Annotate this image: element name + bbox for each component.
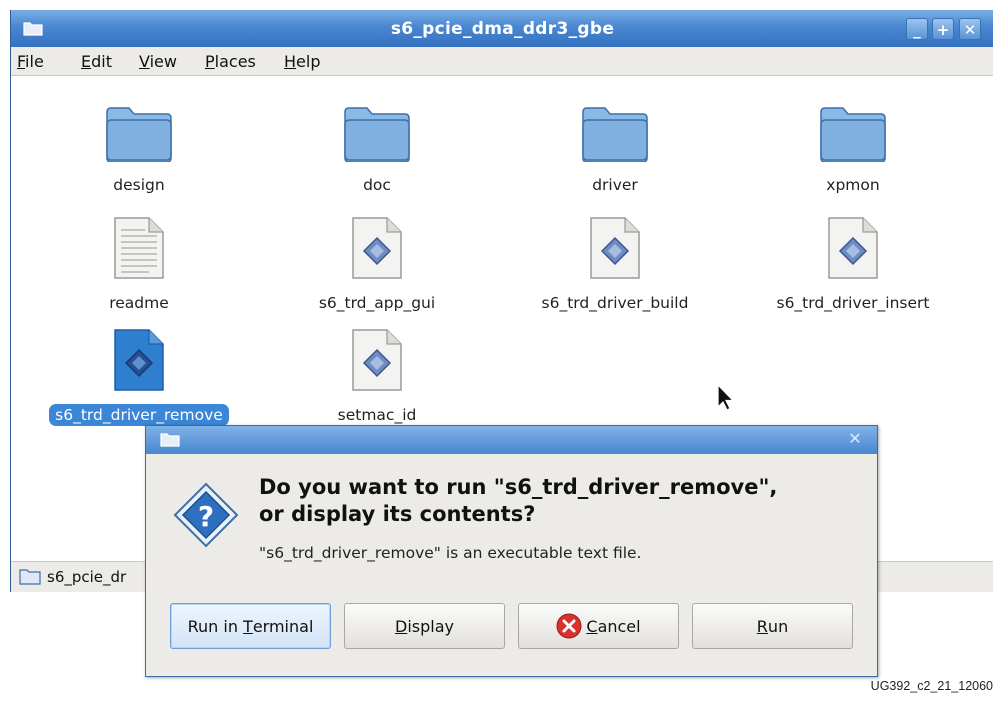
menu-view[interactable]: View <box>139 52 177 71</box>
file-item-s6-trd-driver-build[interactable]: s6_trd_driver_build <box>515 216 715 314</box>
folder-icon <box>106 107 172 163</box>
file-item-readme[interactable]: readme <box>39 216 239 314</box>
file-item-s6-trd-driver-insert[interactable]: s6_trd_driver_insert <box>753 216 953 314</box>
file-item-s6-trd-driver-remove[interactable]: s6_trd_driver_remove <box>39 328 239 426</box>
dialog-heading: Do you want to run "s6_trd_driver_remove… <box>259 474 777 528</box>
figure-caption: UG392_c2_21_12060 <box>870 679 993 693</box>
close-button[interactable]: ✕ <box>959 18 981 40</box>
script-icon <box>114 329 164 391</box>
file-label: doc <box>363 176 391 194</box>
script-icon <box>352 217 402 279</box>
folder-icon <box>820 107 886 163</box>
file-item-doc[interactable]: doc <box>277 106 477 196</box>
display-button[interactable]: Display <box>344 603 505 649</box>
run-or-display-dialog: ✕ ? Do you want to run "s6_trd_driver_re… <box>145 425 878 677</box>
folder-icon <box>582 107 648 163</box>
dialog-close-button[interactable]: ✕ <box>845 429 865 449</box>
file-label: readme <box>109 294 169 312</box>
file-label: design <box>113 176 165 194</box>
run-button[interactable]: Run <box>692 603 853 649</box>
file-label: driver <box>592 176 638 194</box>
menu-file[interactable]: File <box>17 52 44 71</box>
window-titlebar[interactable]: s6_pcie_dma_ddr3_gbe _ + ✕ <box>11 10 993 47</box>
window-title: s6_pcie_dma_ddr3_gbe <box>390 19 615 39</box>
statusbar-location: s6_pcie_dr <box>47 568 127 586</box>
question-icon: ? <box>173 482 239 548</box>
script-icon <box>828 217 878 279</box>
file-item-s6-trd-app-gui[interactable]: s6_trd_app_gui <box>277 216 477 314</box>
text-document-icon <box>114 217 164 279</box>
file-label: s6_trd_driver_remove <box>49 404 229 426</box>
dialog-message: "s6_trd_driver_remove" is an executable … <box>259 544 642 562</box>
dialog-titlebar[interactable]: ✕ <box>146 426 877 454</box>
script-icon <box>352 329 402 391</box>
maximize-button[interactable]: + <box>932 18 954 40</box>
file-item-driver[interactable]: driver <box>515 106 715 196</box>
menu-places[interactable]: Places <box>205 52 256 71</box>
folder-icon <box>160 431 180 451</box>
minimize-button[interactable]: _ <box>906 18 928 40</box>
file-label: xpmon <box>826 176 880 194</box>
file-label: s6_trd_driver_insert <box>776 294 930 312</box>
svg-text:?: ? <box>198 500 214 533</box>
folder-icon <box>19 567 41 589</box>
menu-edit[interactable]: Edit <box>81 52 112 71</box>
script-icon <box>590 217 640 279</box>
file-item-setmac-id[interactable]: setmac_id <box>277 328 477 426</box>
dialog-heading-line1: Do you want to run "s6_trd_driver_remove… <box>259 475 778 499</box>
menubar: File Edit View Places Help <box>11 47 993 76</box>
run-in-terminal-button[interactable]: Run in Terminal <box>170 603 331 649</box>
file-label: s6_trd_app_gui <box>318 294 436 312</box>
file-label: s6_trd_driver_build <box>541 294 689 312</box>
cancel-icon <box>556 613 582 639</box>
file-label: setmac_id <box>337 406 417 424</box>
dialog-heading-line2: or display its contents? <box>259 502 536 526</box>
menu-help[interactable]: Help <box>284 52 320 71</box>
file-item-design[interactable]: design <box>39 106 239 196</box>
folder-icon <box>344 107 410 163</box>
cancel-button[interactable]: Cancel <box>518 603 679 649</box>
mouse-cursor-icon <box>717 384 735 411</box>
file-item-xpmon[interactable]: xpmon <box>753 106 953 196</box>
